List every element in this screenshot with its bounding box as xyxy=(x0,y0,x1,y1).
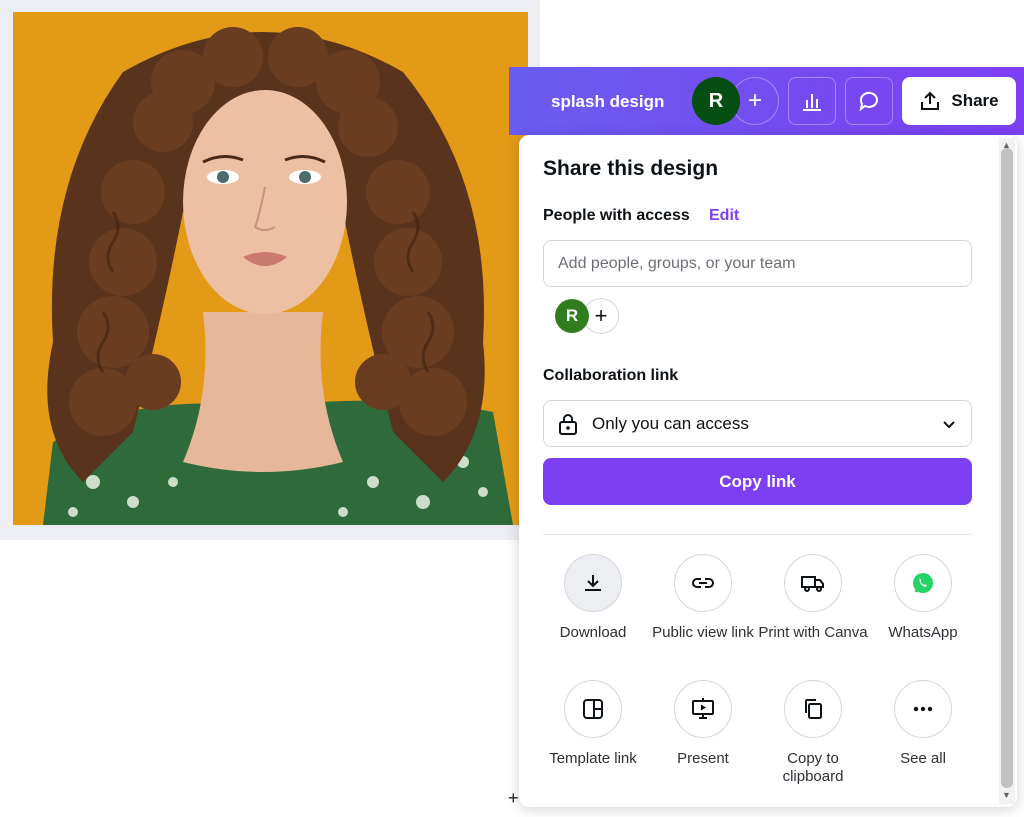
bar-chart-icon xyxy=(803,94,821,111)
option-label: Present xyxy=(677,750,729,767)
insights-button[interactable] xyxy=(788,77,836,125)
add-people-input[interactable] xyxy=(543,240,972,287)
scroll-up-arrow-icon[interactable]: ▲ xyxy=(1002,140,1011,150)
see-all-option[interactable]: See all xyxy=(868,680,978,768)
access-dropdown[interactable]: Only you can access xyxy=(543,400,972,447)
option-label: Template link xyxy=(549,750,637,767)
access-selected-value: Only you can access xyxy=(592,413,749,433)
copy-icon xyxy=(805,699,822,719)
editor-topbar: splash design R + Share xyxy=(509,67,1024,135)
design-canvas xyxy=(0,0,540,540)
option-label: See all xyxy=(900,750,946,767)
crosshair-cursor-icon: + xyxy=(508,788,519,808)
panel-title: Share this design xyxy=(543,157,719,180)
chevron-down-icon xyxy=(941,416,957,432)
scroll-down-arrow-icon[interactable]: ▼ xyxy=(1002,790,1011,800)
print-with-canva-option[interactable]: Print with Canva xyxy=(758,554,868,642)
public-view-link-option[interactable]: Public view link xyxy=(648,554,758,642)
member-avatar[interactable]: R xyxy=(555,299,589,333)
upload-icon xyxy=(921,91,940,110)
edit-access-link[interactable]: Edit xyxy=(709,207,739,225)
comments-button[interactable] xyxy=(845,77,893,125)
plus-icon: + xyxy=(594,303,608,328)
share-panel: Share this design People with access Edi… xyxy=(519,135,1017,807)
more-icon xyxy=(913,706,933,712)
divider xyxy=(543,534,972,535)
option-label: Copy to clipboard xyxy=(782,750,844,785)
option-label: Public view link xyxy=(652,624,754,641)
share-label: Share xyxy=(951,91,999,110)
template-link-option[interactable]: Template link xyxy=(538,680,648,768)
download-option[interactable]: Download xyxy=(538,554,648,642)
people-with-access-label: People with access xyxy=(543,207,690,224)
collaboration-link-label: Collaboration link xyxy=(543,367,679,384)
whatsapp-option[interactable]: WhatsApp xyxy=(868,554,978,642)
share-button[interactable]: Share xyxy=(902,77,1016,125)
portrait-photo[interactable] xyxy=(13,12,528,525)
copy-to-clipboard-option[interactable]: Copy to clipboard xyxy=(758,680,868,786)
portrait-illustration xyxy=(13,12,528,525)
link-icon xyxy=(692,578,714,588)
present-option[interactable]: Present xyxy=(648,680,758,768)
comment-icon xyxy=(859,91,878,112)
download-icon xyxy=(585,575,601,591)
truck-icon xyxy=(801,576,824,592)
present-icon xyxy=(692,698,714,719)
whatsapp-icon xyxy=(913,573,933,593)
option-label: Print with Canva xyxy=(758,624,868,641)
panel-scrollbar[interactable]: ▲ ▼ xyxy=(999,138,1015,804)
user-avatar[interactable]: R xyxy=(692,77,740,125)
template-icon xyxy=(583,699,603,719)
plus-icon: + xyxy=(747,87,762,114)
copy-link-button[interactable]: Copy link xyxy=(543,458,972,505)
scrollbar-thumb[interactable] xyxy=(1001,148,1013,788)
option-label: WhatsApp xyxy=(888,624,958,641)
lock-icon xyxy=(558,413,578,435)
design-title[interactable]: splash design xyxy=(551,92,664,112)
option-label: Download xyxy=(559,624,627,641)
